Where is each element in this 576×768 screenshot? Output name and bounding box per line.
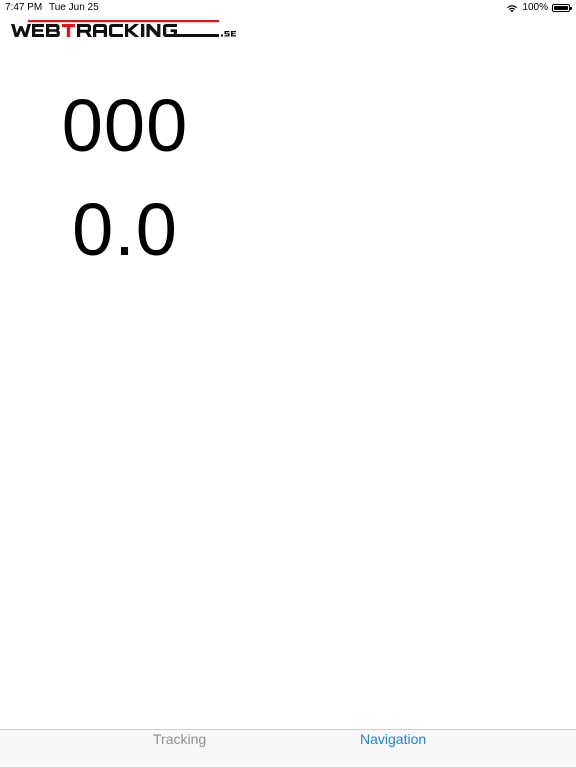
primary-readout: 000	[61, 84, 189, 167]
status-bar: 7:47 PM Tue Jun 25 100%	[0, 0, 576, 16]
tab-bar: Tracking Navigation	[0, 729, 576, 768]
wifi-icon	[507, 4, 518, 12]
status-date: Tue Jun 25	[49, 2, 99, 13]
secondary-readout: 0.0	[72, 188, 178, 271]
battery-percent: 100%	[522, 2, 548, 13]
status-time: 7:47 PM	[5, 2, 43, 13]
tab-tracking[interactable]: Tracking	[0, 730, 288, 768]
tab-navigation[interactable]: Navigation	[288, 730, 576, 768]
app-logo	[11, 20, 241, 42]
webtracking-logo	[11, 20, 236, 37]
status-indicators: 100%	[506, 2, 572, 13]
tab-navigation-label: Navigation	[360, 731, 427, 747]
battery-level-fill	[554, 5, 568, 10]
tab-tracking-label: Tracking	[153, 731, 207, 747]
battery-icon	[552, 3, 572, 12]
